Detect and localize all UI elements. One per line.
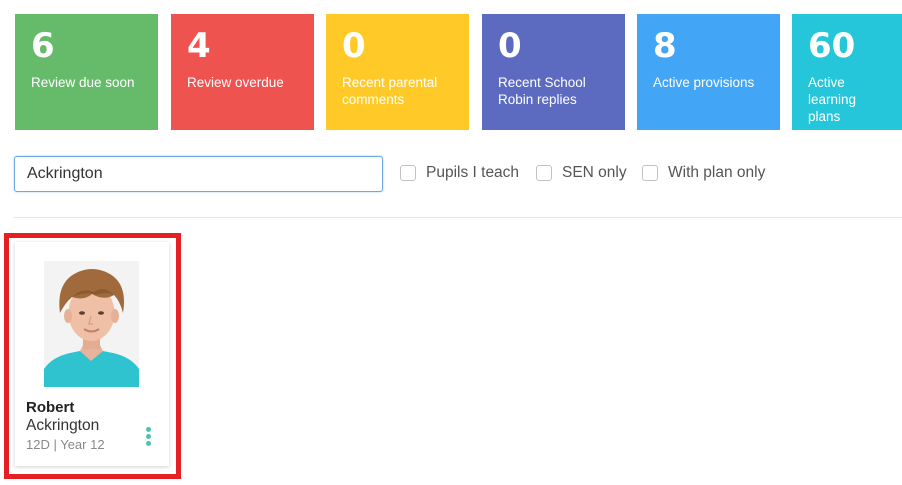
stat-value: 60 [808,26,856,66]
stat-label: Active provisions [653,75,755,90]
stat-tile-review-due-soon[interactable]: 6 Review due soon [15,14,158,130]
filter-label: SEN only [562,164,627,181]
stat-value: 8 [653,26,677,66]
kebab-dot [145,441,151,446]
filter-with-plan-only[interactable]: With plan only [642,162,765,184]
stat-value: 6 [31,26,55,66]
pupil-card[interactable]: Robert Ackrington 12D | Year 12 [15,242,169,466]
stat-tile-active-provisions[interactable]: 8 Active provisions [637,14,780,130]
stat-label: Recent School Robin replies [498,75,586,107]
stat-label: Review overdue [187,75,284,90]
with-plan-only-checkbox[interactable] [642,165,658,181]
kebab-menu-icon[interactable] [143,427,153,449]
pupil-class-year: 12D | Year 12 [26,437,105,452]
stat-label: Active learning plans [808,75,857,124]
stat-tile-recent-school-robin-replies[interactable]: 0 Recent School Robin replies [482,14,625,130]
divider [14,217,902,218]
filter-label: With plan only [668,164,766,181]
filter-pupils-i-teach[interactable]: Pupils I teach [400,162,519,184]
stat-tile-active-learning-plans[interactable]: 60 Active learning plans [792,14,902,130]
stat-value: 0 [342,26,366,66]
stat-tile-recent-parental-comments[interactable]: 0 Recent parental comments [326,14,469,130]
pupil-search-input[interactable] [14,156,383,192]
stat-tile-review-overdue[interactable]: 4 Review overdue [171,14,314,130]
stats-row: 6 Review due soon 4 Review overdue 0 Rec… [15,14,902,130]
pupil-first-name: Robert [26,399,75,416]
pupil-photo [44,261,139,387]
kebab-dot [145,427,151,432]
stat-value: 0 [498,26,522,66]
sen-only-checkbox[interactable] [536,165,552,181]
pupil-last-name: Ackrington [26,417,100,434]
kebab-dot [145,434,151,439]
pupils-i-teach-checkbox[interactable] [400,165,416,181]
filter-sen-only[interactable]: SEN only [536,162,627,184]
filter-label: Pupils I teach [426,164,520,181]
stat-label: Recent parental comments [342,75,438,107]
stat-label: Review due soon [31,75,135,90]
stat-value: 4 [187,26,211,66]
